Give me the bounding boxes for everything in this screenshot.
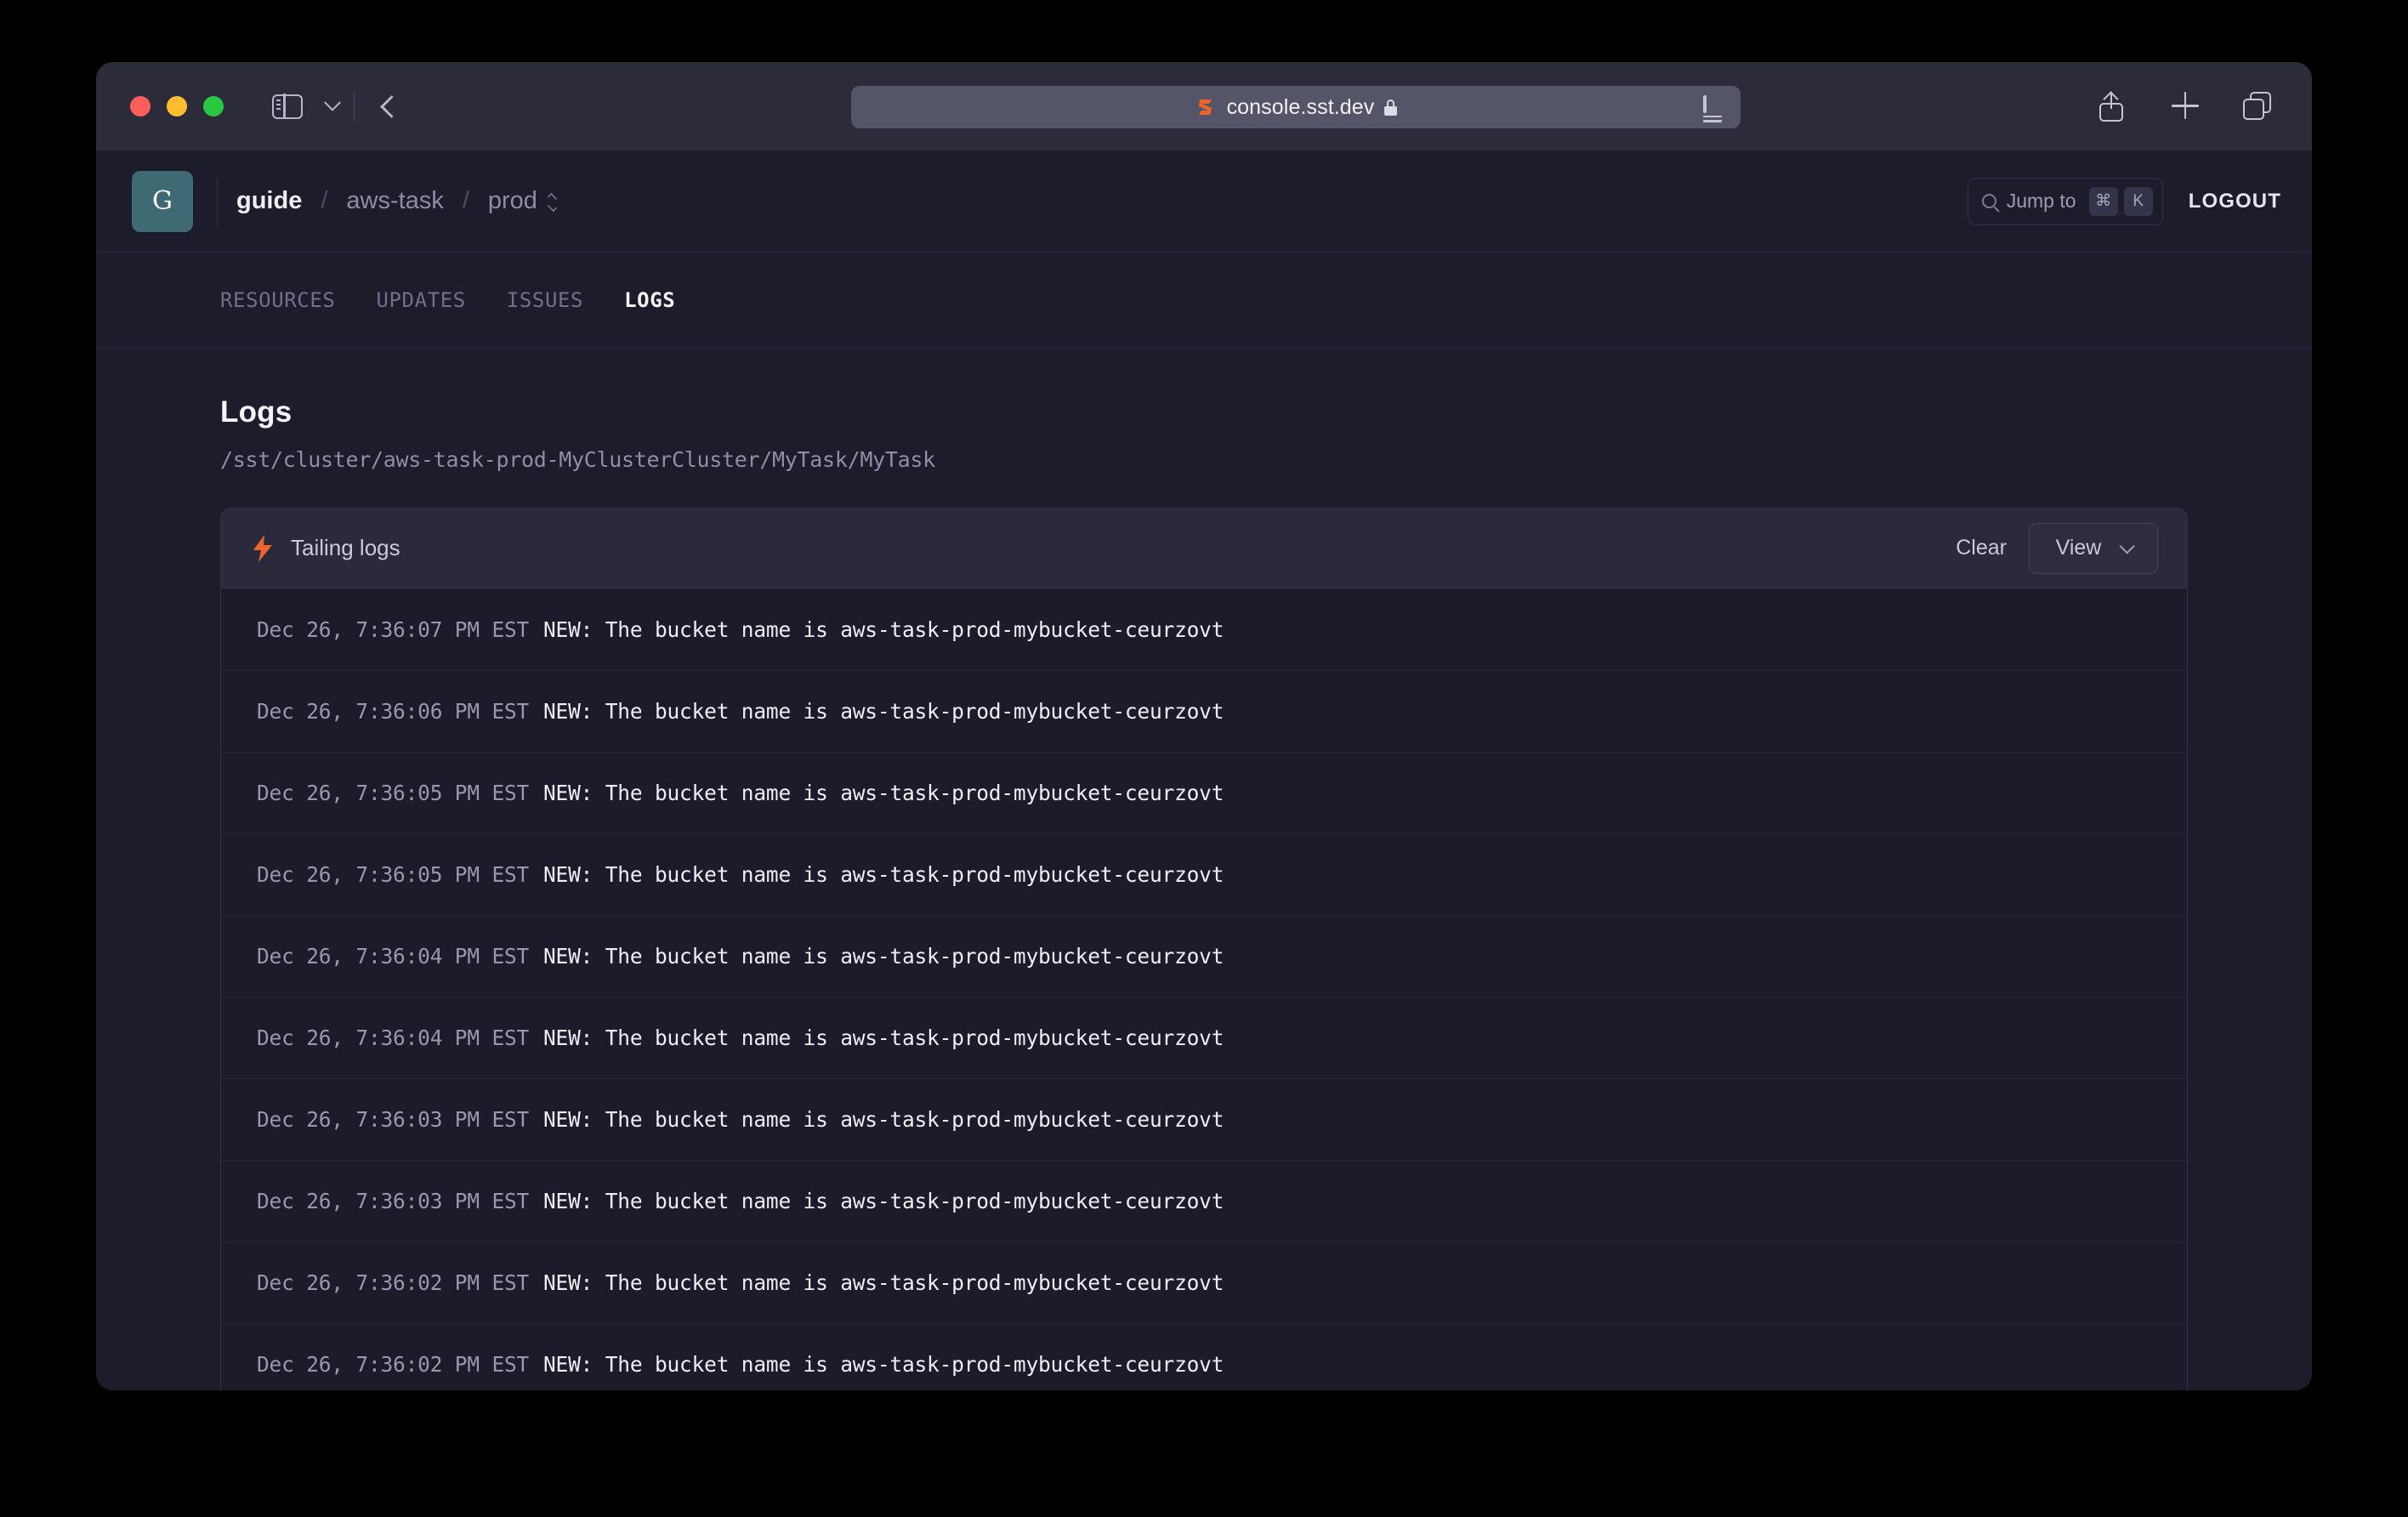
log-message: NEW: The bucket name is aws-task-prod-my… bbox=[543, 1352, 1224, 1377]
header-divider bbox=[217, 177, 218, 226]
clear-button[interactable]: Clear bbox=[1956, 536, 2007, 560]
lightning-bolt-icon bbox=[252, 535, 274, 562]
header-actions: Jump to ⌘ K LOGOUT bbox=[1968, 178, 2281, 225]
chevron-down-icon[interactable] bbox=[324, 94, 341, 111]
log-message: NEW: The bucket name is aws-task-prod-my… bbox=[543, 1270, 1224, 1295]
log-timestamp: Dec 26, 7:36:03 PM EST bbox=[257, 1189, 543, 1213]
log-row[interactable]: Dec 26, 7:36:07 PM EST NEW: The bucket n… bbox=[221, 588, 2187, 670]
avatar[interactable]: G bbox=[132, 171, 193, 232]
tailing-status-label: Tailing logs bbox=[291, 535, 400, 561]
tab-resources[interactable]: RESOURCES bbox=[220, 288, 335, 312]
logs-toolbar: Tailing logs Clear View bbox=[221, 509, 2187, 588]
log-timestamp: Dec 26, 7:36:07 PM EST bbox=[257, 617, 543, 642]
search-placeholder: Jump to bbox=[2007, 190, 2076, 213]
log-row[interactable]: Dec 26, 7:36:05 PM EST NEW: The bucket n… bbox=[221, 752, 2187, 833]
log-row[interactable]: Dec 26, 7:36:06 PM EST NEW: The bucket n… bbox=[221, 670, 2187, 752]
share-icon[interactable] bbox=[2096, 90, 2128, 122]
log-row[interactable]: Dec 26, 7:36:02 PM EST NEW: The bucket n… bbox=[221, 1241, 2187, 1323]
log-message: NEW: The bucket name is aws-task-prod-my… bbox=[543, 699, 1224, 724]
log-timestamp: Dec 26, 7:36:04 PM EST bbox=[257, 1026, 543, 1050]
log-timestamp: Dec 26, 7:36:02 PM EST bbox=[257, 1352, 543, 1377]
search-shortcut: ⌘ K bbox=[2089, 187, 2153, 216]
plus-icon[interactable] bbox=[2169, 90, 2201, 122]
breadcrumb-env-selector[interactable]: prod bbox=[488, 187, 557, 215]
view-dropdown-label: View bbox=[2056, 536, 2102, 560]
kbd-k: K bbox=[2124, 187, 2153, 216]
url-text: console.sst.dev bbox=[1227, 95, 1375, 120]
log-row[interactable]: Dec 26, 7:36:04 PM EST NEW: The bucket n… bbox=[221, 997, 2187, 1078]
log-rows: Dec 26, 7:36:07 PM EST NEW: The bucket n… bbox=[221, 588, 2187, 1390]
kbd-command: ⌘ bbox=[2089, 187, 2118, 216]
tab-logs[interactable]: LOGS bbox=[624, 288, 675, 312]
search-icon bbox=[1982, 194, 1996, 208]
tab-overview-icon[interactable] bbox=[2242, 90, 2275, 122]
maximize-window-button[interactable] bbox=[203, 96, 224, 116]
log-row[interactable]: Dec 26, 7:36:04 PM EST NEW: The bucket n… bbox=[221, 915, 2187, 997]
log-group-path: /sst/cluster/aws-task-prod-MyClusterClus… bbox=[220, 447, 2188, 472]
search-input[interactable]: Jump to ⌘ K bbox=[1968, 178, 2163, 225]
view-dropdown[interactable]: View bbox=[2029, 523, 2158, 574]
log-timestamp: Dec 26, 7:36:05 PM EST bbox=[257, 862, 543, 887]
logs-panel: Tailing logs Clear View Dec 26, 7:36:07 … bbox=[220, 508, 2188, 1390]
log-message: NEW: The bucket name is aws-task-prod-my… bbox=[543, 944, 1224, 969]
app-header: G guide / aws-task / prod Jump to bbox=[96, 151, 2312, 253]
breadcrumb: guide / aws-task / prod bbox=[236, 187, 557, 215]
breadcrumb-stage[interactable]: aws-task bbox=[346, 187, 443, 215]
logout-button[interactable]: LOGOUT bbox=[2189, 190, 2281, 213]
reader-view-icon[interactable] bbox=[1703, 97, 1722, 117]
window-controls bbox=[130, 96, 224, 116]
log-message: NEW: The bucket name is aws-task-prod-my… bbox=[543, 1026, 1224, 1050]
sst-logo-icon bbox=[1195, 96, 1217, 118]
toolbar-divider bbox=[354, 92, 355, 121]
minimize-window-button[interactable] bbox=[167, 96, 187, 116]
chevron-down-icon bbox=[2120, 538, 2135, 554]
address-bar[interactable]: console.sst.dev bbox=[851, 86, 1741, 128]
tab-updates[interactable]: UPDATES bbox=[376, 288, 465, 312]
close-window-button[interactable] bbox=[130, 96, 150, 116]
breadcrumb-app[interactable]: guide bbox=[236, 187, 302, 215]
log-message: NEW: The bucket name is aws-task-prod-my… bbox=[543, 1189, 1224, 1213]
log-timestamp: Dec 26, 7:36:02 PM EST bbox=[257, 1270, 543, 1295]
log-message: NEW: The bucket name is aws-task-prod-my… bbox=[543, 1107, 1224, 1132]
sidebar-lines-icon bbox=[276, 99, 281, 110]
log-timestamp: Dec 26, 7:36:05 PM EST bbox=[257, 781, 543, 805]
browser-toolbar-actions bbox=[2096, 62, 2275, 151]
nav-tabs: RESOURCES UPDATES ISSUES LOGS bbox=[96, 253, 2312, 348]
breadcrumb-separator: / bbox=[463, 187, 469, 215]
page-title: Logs bbox=[220, 395, 2188, 429]
breadcrumb-env-label: prod bbox=[488, 187, 537, 215]
up-down-chevron-icon bbox=[547, 195, 557, 210]
tab-issues[interactable]: ISSUES bbox=[507, 288, 583, 312]
log-message: NEW: The bucket name is aws-task-prod-my… bbox=[543, 862, 1224, 887]
log-timestamp: Dec 26, 7:36:04 PM EST bbox=[257, 944, 543, 969]
log-timestamp: Dec 26, 7:36:03 PM EST bbox=[257, 1107, 543, 1132]
page-content: Logs /sst/cluster/aws-task-prod-MyCluste… bbox=[96, 348, 2312, 1390]
log-timestamp: Dec 26, 7:36:06 PM EST bbox=[257, 699, 543, 724]
back-chevron-icon[interactable] bbox=[380, 95, 403, 118]
log-row[interactable]: Dec 26, 7:36:05 PM EST NEW: The bucket n… bbox=[221, 833, 2187, 915]
log-row[interactable]: Dec 26, 7:36:02 PM EST NEW: The bucket n… bbox=[221, 1323, 2187, 1390]
log-message: NEW: The bucket name is aws-task-prod-my… bbox=[543, 617, 1224, 642]
browser-toolbar: console.sst.dev bbox=[96, 62, 2312, 151]
sidebar-toggle-icon[interactable] bbox=[272, 94, 303, 119]
logs-toolbar-actions: Clear View bbox=[1956, 523, 2158, 574]
log-message: NEW: The bucket name is aws-task-prod-my… bbox=[543, 781, 1224, 805]
app-viewport: G guide / aws-task / prod Jump to bbox=[96, 151, 2312, 1390]
lock-icon bbox=[1384, 99, 1397, 116]
breadcrumb-separator: / bbox=[321, 187, 327, 215]
log-row[interactable]: Dec 26, 7:36:03 PM EST NEW: The bucket n… bbox=[221, 1078, 2187, 1160]
browser-window: console.sst.dev G guide / bbox=[96, 62, 2312, 1390]
log-row[interactable]: Dec 26, 7:36:03 PM EST NEW: The bucket n… bbox=[221, 1160, 2187, 1241]
